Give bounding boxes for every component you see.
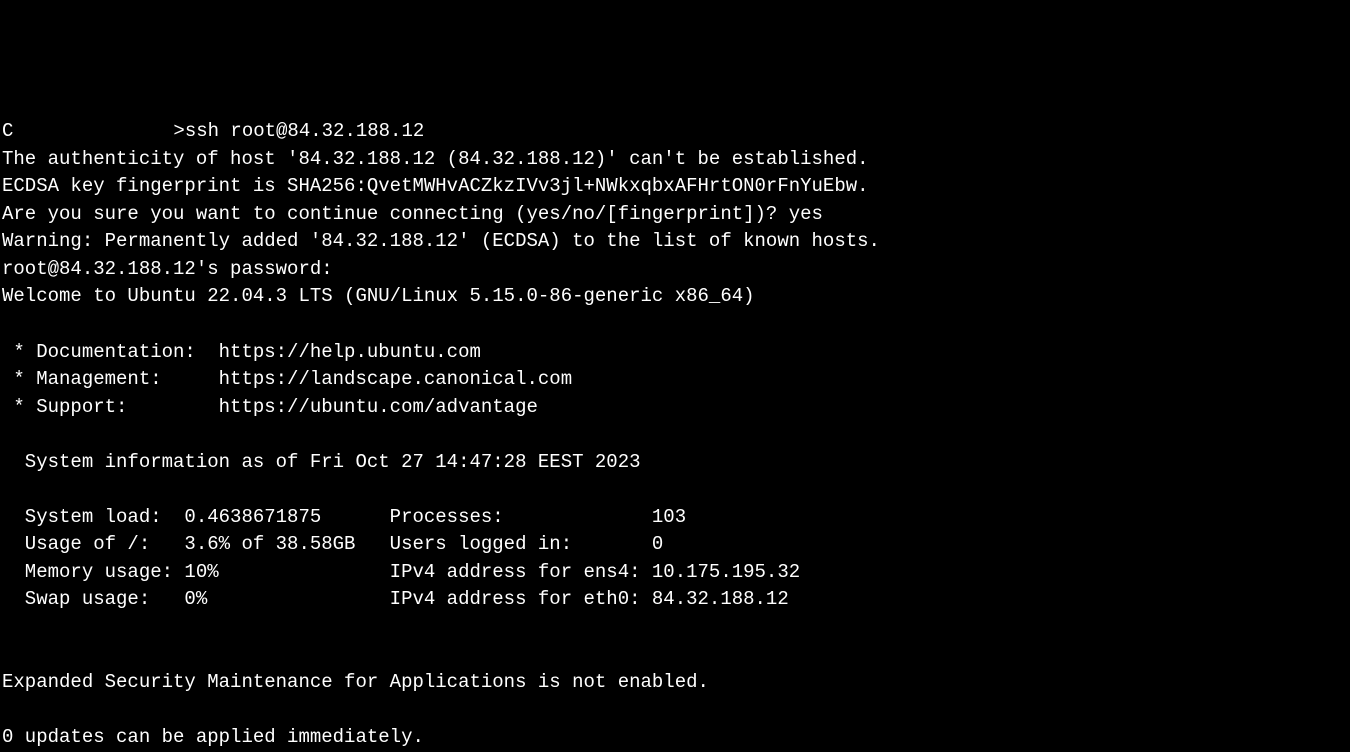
mgmt-link-line: * Management: https://landscape.canonica… — [2, 368, 572, 390]
ssh-command: ssh root@84.32.188.12 — [185, 120, 424, 142]
prompt-suffix: > — [173, 120, 184, 142]
warning-line: Warning: Permanently added '84.32.188.12… — [2, 230, 880, 252]
sysinfo-row4: Swap usage: 0% IPv4 address for eth0: 84… — [2, 588, 789, 610]
redacted-path — [13, 123, 173, 142]
confirm-response: yes — [789, 203, 823, 225]
sysinfo-row1: System load: 0.4638671875 Processes: 103 — [2, 506, 686, 528]
fingerprint-line: ECDSA key fingerprint is SHA256:QvetMWHv… — [2, 175, 869, 197]
doc-link-line: * Documentation: https://help.ubuntu.com — [2, 341, 481, 363]
authenticity-line: The authenticity of host '84.32.188.12 (… — [2, 148, 869, 170]
password-prompt: root@84.32.188.12's password: — [2, 258, 333, 280]
updates-line: 0 updates can be applied immediately. — [2, 726, 424, 748]
terminal-output[interactable]: C >ssh root@84.32.188.12 The authenticity… — [2, 120, 880, 748]
esm-line: Expanded Security Maintenance for Applic… — [2, 671, 709, 693]
sysinfo-header: System information as of Fri Oct 27 14:4… — [2, 451, 641, 473]
support-link-line: * Support: https://ubuntu.com/advantage — [2, 396, 538, 418]
confirm-prompt: Are you sure you want to continue connec… — [2, 203, 789, 225]
sysinfo-row2: Usage of /: 3.6% of 38.58GB Users logged… — [2, 533, 663, 555]
prompt-prefix: C — [2, 120, 13, 142]
sysinfo-row3: Memory usage: 10% IPv4 address for ens4:… — [2, 561, 800, 583]
welcome-line: Welcome to Ubuntu 22.04.3 LTS (GNU/Linux… — [2, 285, 755, 307]
